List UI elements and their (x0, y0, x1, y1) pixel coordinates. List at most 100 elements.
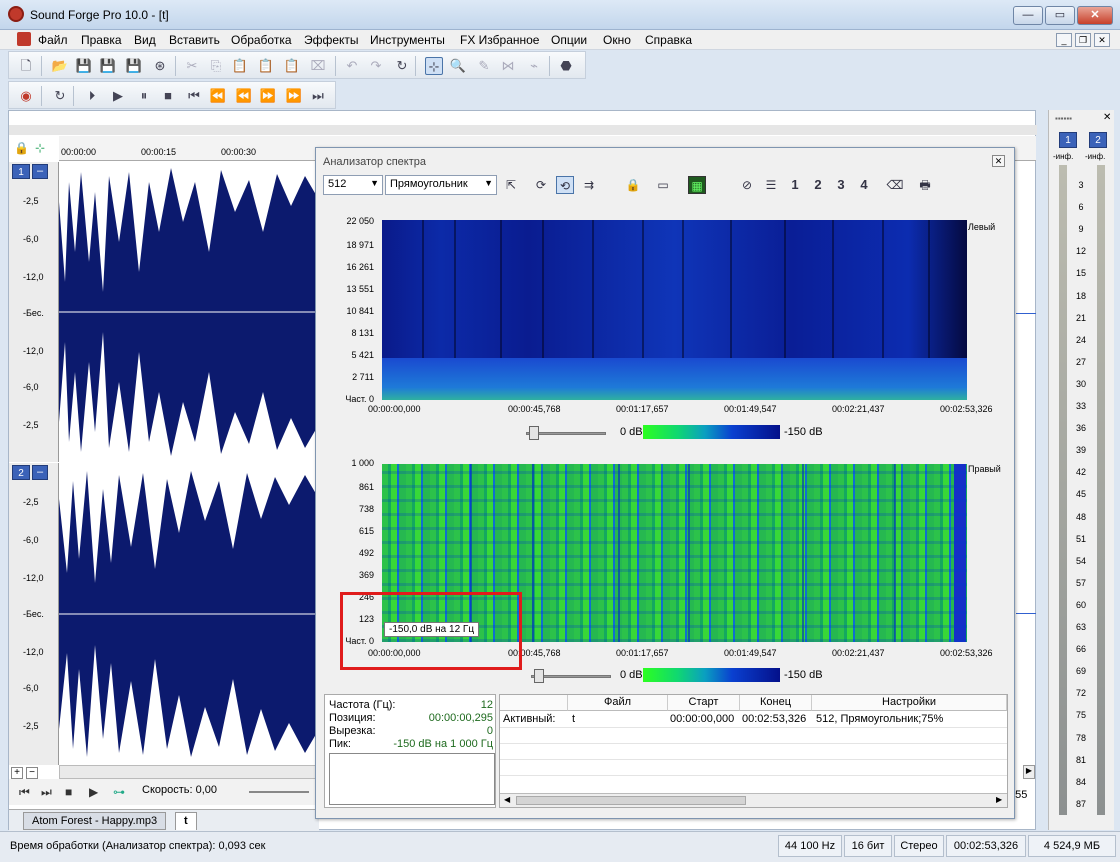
save-icon[interactable]: 💾 (75, 57, 93, 75)
play-icon[interactable]: ▶ (89, 785, 98, 799)
magnify-tool-icon[interactable]: 🔍 (449, 57, 467, 75)
lock-icon[interactable]: 🔒 (624, 176, 642, 194)
channel-1-minimize-button[interactable]: – (32, 164, 48, 179)
eraser-icon[interactable]: ⌫ (886, 176, 904, 194)
document-icon[interactable] (17, 32, 31, 46)
render-icon[interactable]: ⊛ (151, 57, 169, 75)
channel-mode-icon[interactable]: ⇉ (580, 176, 598, 194)
meter-channel-2-button[interactable]: 2 (1089, 132, 1107, 148)
cut-icon[interactable]: ✂ (183, 57, 201, 75)
go-start-icon[interactable]: ⏮ (185, 87, 203, 105)
copy-icon[interactable]: ⎘ (207, 57, 225, 75)
scroll-right-icon[interactable]: ▶ (1023, 765, 1035, 779)
open-icon[interactable]: 📂 (51, 57, 69, 75)
save-as-icon[interactable]: 💾 (99, 57, 117, 75)
trim-icon[interactable]: ⌧ (309, 57, 327, 75)
mdi-close-button[interactable]: ✕ (1094, 33, 1110, 47)
redo-icon[interactable]: ↷ (367, 57, 385, 75)
scroll-thumb[interactable] (516, 796, 746, 805)
column-header[interactable]: Конец (740, 695, 812, 711)
loop-icon[interactable]: ↻ (51, 87, 69, 105)
horizontal-scrollbar[interactable] (59, 765, 319, 779)
minimize-button[interactable]: — (1013, 6, 1043, 25)
menu-view[interactable]: Вид (134, 33, 156, 47)
slider-thumb[interactable] (534, 669, 544, 683)
new-file-icon[interactable]: 🗋 (17, 57, 35, 75)
plugin-icon[interactable]: ⬣ (557, 57, 575, 75)
menu-window[interactable]: Окно (603, 33, 631, 47)
event-tool-icon[interactable]: ⋈ (499, 57, 517, 75)
channel-2-minimize-button[interactable]: – (32, 465, 48, 480)
print-icon[interactable]: 🖶 (916, 176, 934, 194)
waveform-channel-1[interactable] (59, 162, 319, 462)
tab-file-2[interactable]: t (175, 812, 197, 830)
save-all-icon[interactable]: 💾 (125, 57, 143, 75)
menu-effects[interactable]: Эффекты (304, 33, 359, 47)
table-icon[interactable]: ☰ (762, 176, 780, 194)
lock-icon[interactable]: 🔒 (14, 141, 29, 155)
fft-size-select[interactable]: 512 ▼ (323, 175, 383, 195)
column-header[interactable]: Настройки (812, 695, 1007, 711)
mdi-restore-button[interactable]: ❐ (1075, 33, 1091, 47)
menu-fx-favorites[interactable]: FX Избранное (460, 33, 539, 47)
play-all-icon[interactable]: ⏵ (83, 87, 101, 105)
menu-insert[interactable]: Вставить (169, 33, 220, 47)
menu-help[interactable]: Справка (645, 33, 692, 47)
snapshot-2-button[interactable]: 2 (809, 176, 827, 194)
graph-view-icon[interactable]: ▭ (654, 176, 672, 194)
column-header[interactable] (500, 695, 568, 711)
menu-file[interactable]: Файл (38, 33, 68, 47)
realtime-icon[interactable]: ⟲ (556, 176, 574, 194)
slider-thumb[interactable] (529, 426, 539, 440)
meter-grip[interactable]: ▪▪▪▪▪▪ (1055, 114, 1072, 123)
files-scrollbar[interactable]: ◀ ▶ (500, 793, 1007, 807)
rewind-fast-icon[interactable]: ⏪ (235, 87, 253, 105)
analyzer-close-button[interactable]: ✕ (992, 155, 1005, 167)
meter-close-icon[interactable]: ✕ (1103, 112, 1111, 123)
mdi-minimize-button[interactable]: _ (1056, 33, 1072, 47)
right-contrast-slider[interactable] (531, 669, 611, 683)
envelope-tool-icon[interactable]: ⌁ (525, 57, 543, 75)
close-button[interactable]: ✕ (1077, 6, 1113, 25)
zoom-in-button[interactable]: + (11, 767, 23, 779)
play-icon[interactable]: ▶ (109, 87, 127, 105)
go-start-icon[interactable]: ⏮ (19, 785, 30, 800)
maximize-button[interactable]: ▭ (1045, 6, 1075, 25)
rewind-icon[interactable]: ⏪ (209, 87, 227, 105)
scrub-icon[interactable]: ⊶ (113, 785, 125, 799)
forward-icon[interactable]: ⏩ (259, 87, 277, 105)
channel-1-button[interactable]: 1 (12, 164, 30, 179)
forward-fast-icon[interactable]: ⏩ (285, 87, 303, 105)
snapshot-3-button[interactable]: 3 (832, 176, 850, 194)
go-end-icon[interactable]: ⏭ (41, 785, 52, 800)
menu-edit[interactable]: Правка (81, 33, 122, 47)
record-icon[interactable]: ◉ (17, 87, 35, 105)
scroll-left-icon[interactable]: ◀ (504, 795, 510, 804)
column-header[interactable]: Файл (568, 695, 668, 711)
refresh-icon[interactable]: ⟳ (532, 176, 550, 194)
pencil-tool-icon[interactable]: ✎ (475, 57, 493, 75)
spectrogram-view-icon[interactable]: ▦ (688, 176, 706, 194)
paste-special-icon[interactable]: 📋 (257, 57, 275, 75)
pause-icon[interactable]: ⏸ (135, 87, 153, 105)
zoom-out-button[interactable]: − (26, 767, 38, 779)
undo-icon[interactable]: ↶ (343, 57, 361, 75)
snapshot-4-button[interactable]: 4 (855, 176, 873, 194)
edit-tool-icon[interactable]: ⊹ (425, 57, 443, 75)
app-icon[interactable] (8, 6, 24, 22)
repeat-icon[interactable]: ↻ (393, 57, 411, 75)
menu-options[interactable]: Опции (551, 33, 587, 47)
clear-icon[interactable]: ⊘ (738, 176, 756, 194)
overview-bar[interactable] (9, 125, 1037, 135)
waveform-channel-2[interactable] (59, 463, 319, 765)
stop-icon[interactable]: ■ (159, 87, 177, 105)
tab-file-1[interactable]: Atom Forest - Happy.mp3 (23, 812, 167, 830)
meter-channel-1-button[interactable]: 1 (1059, 132, 1077, 148)
left-contrast-slider[interactable] (526, 426, 606, 440)
go-end-icon[interactable]: ⏭ (309, 87, 327, 105)
stop-icon[interactable]: ■ (65, 785, 72, 799)
mix-icon[interactable]: 📋 (283, 57, 301, 75)
window-type-select[interactable]: Прямоугольник ▼ (385, 175, 497, 195)
menu-tools[interactable]: Инструменты (370, 33, 445, 47)
channel-2-button[interactable]: 2 (12, 465, 30, 480)
